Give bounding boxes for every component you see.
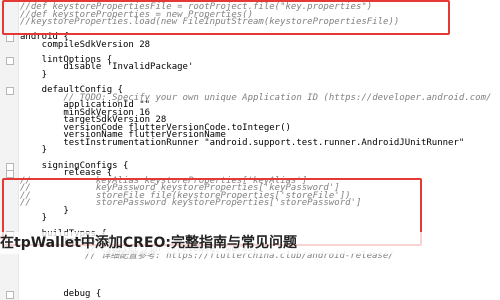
fold-toggle-icon[interactable] <box>6 34 14 43</box>
code-line: } <box>20 69 48 80</box>
fold-toggle-icon[interactable] <box>6 290 14 299</box>
code-line: debug { <box>20 288 102 299</box>
code-line: //keystoreProperties.load(new FileInputS… <box>20 17 400 28</box>
fold-toggle-icon[interactable] <box>6 56 14 65</box>
code-line: compileSdkVersion 28 <box>20 39 151 50</box>
fold-toggle-icon[interactable] <box>6 87 14 96</box>
code-line: } <box>20 213 48 224</box>
code-line: } <box>20 145 48 156</box>
code-line: testInstrumentationRunner "android.suppo… <box>20 137 465 148</box>
editor-gutter <box>0 0 19 300</box>
overlay-title: 在tpWallet中添加CREO:完整指南与常见问题 <box>0 235 298 251</box>
code-line: // storePassword keystoreProperties['sto… <box>20 198 362 209</box>
code-editor[interactable]: //def keystorePropertiesFile = rootProje… <box>0 0 500 300</box>
fold-toggle-icon[interactable] <box>6 170 14 179</box>
